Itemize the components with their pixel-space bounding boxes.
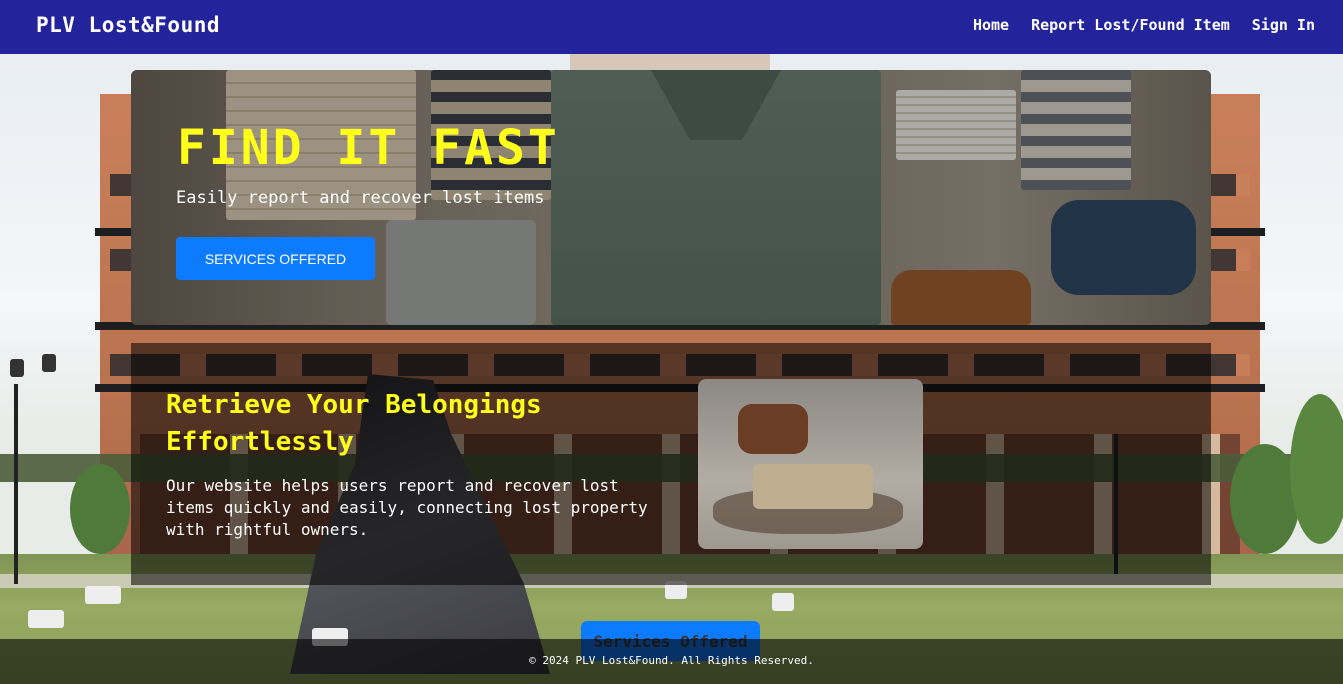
suitcase [753,464,873,509]
spotlight [28,610,64,628]
nav-link-home[interactable]: Home [973,16,1009,34]
lamp-head [42,354,56,372]
nav-link-sign-in[interactable]: Sign In [1252,16,1315,34]
spotlight [772,593,794,611]
spotlight [85,586,121,604]
services-offered-button[interactable]: SERVICES OFFERED [176,237,375,280]
lost-items-photo [698,379,923,549]
tree [70,464,130,554]
info-description: Our website helps users report and recov… [166,476,648,539]
tree [1290,394,1343,544]
lamp-head [10,359,24,377]
lamp-post [14,384,18,584]
brand-logo[interactable]: PLV Lost&Found [36,13,220,37]
info-heading: Retrieve Your Belongings Effortlessly [166,390,542,457]
navbar: PLV Lost&Found Home Report Lost/Found It… [0,0,1343,54]
hero-title: FIND IT FAST [177,120,560,176]
nav-links: Home Report Lost/Found Item Sign In [973,16,1315,34]
leather-bag [738,404,808,454]
hero-banner: FIND IT FAST Easily report and recover l… [131,70,1211,325]
hero-subtitle: Easily report and recover lost items [176,188,545,208]
nav-link-report-item[interactable]: Report Lost/Found Item [1031,16,1230,34]
footer: © 2024 PLV Lost&Found. All Rights Reserv… [0,639,1343,684]
footer-copyright: © 2024 PLV Lost&Found. All Rights Reserv… [529,654,814,667]
info-panel: Retrieve Your Belongings Effortlessly Ou… [131,343,1211,585]
